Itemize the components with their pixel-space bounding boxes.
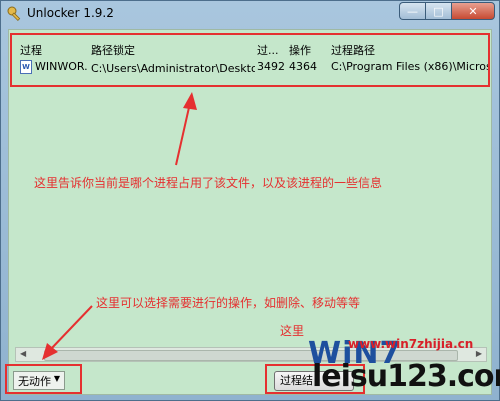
annotation-unlock-hint: 这里 bbox=[280, 324, 305, 338]
annotation-process-info: 这里告诉你当前是哪个进程占用了该文件，以及该进程的一些信息 bbox=[34, 176, 383, 190]
arrow-up-icon bbox=[183, 92, 197, 110]
watermark-site-small: www.win7zhijia.cn bbox=[348, 337, 474, 351]
site-watermark: leisu123.com bbox=[312, 359, 500, 394]
annotation-choose-action: 这里可以选择需要进行的操作，如删除、移动等等 bbox=[96, 296, 361, 310]
